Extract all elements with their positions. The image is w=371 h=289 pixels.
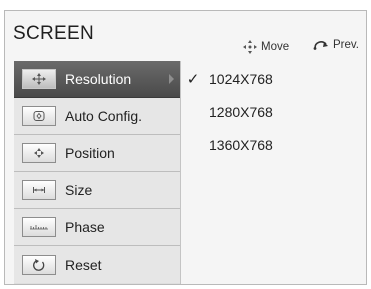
- move-hint: Move: [242, 39, 289, 55]
- move-hint-label: Move: [261, 41, 290, 53]
- menu-item-label: Position: [65, 145, 115, 161]
- menu-item-position[interactable]: Position: [14, 135, 180, 172]
- menu-item-label: Reset: [65, 256, 102, 273]
- auto-config-icon: [22, 106, 56, 126]
- prev-hint[interactable]: Prev.: [312, 39, 359, 51]
- menu-header: SCREEN Move Prev.: [5, 11, 366, 61]
- phase-icon: [22, 217, 56, 237]
- check-icon: ✓: [186, 71, 200, 88]
- menu-item-label: Size: [65, 182, 93, 198]
- menu-item-label: Phase: [65, 219, 105, 235]
- option-1024x768[interactable]: ✓ 1024X768: [183, 67, 363, 91]
- resolution-icon: [22, 69, 56, 89]
- page-title: SCREEN: [13, 23, 94, 44]
- option-label: 1024X768: [209, 71, 273, 87]
- menu-item-label: Auto Config.: [65, 108, 143, 124]
- option-label: 1360X768: [209, 137, 273, 153]
- reset-icon: [22, 254, 56, 275]
- return-icon: [313, 41, 328, 50]
- menu-item-size[interactable]: Size: [14, 172, 180, 209]
- move-arrows-icon: [243, 40, 257, 54]
- menu-item-label: Resolution: [65, 71, 132, 87]
- menu-item-reset[interactable]: Reset: [14, 246, 180, 283]
- option-1360x768[interactable]: 1360X768: [183, 133, 363, 157]
- menu-item-phase[interactable]: Phase: [14, 209, 180, 246]
- screen-menu-window: SCREEN Move Prev. Resolution Auto Config…: [4, 10, 367, 285]
- screen-menu-list: Resolution Auto Config. Position Size Ph…: [14, 61, 181, 284]
- position-icon: [22, 143, 56, 163]
- size-icon: [22, 180, 56, 200]
- chevron-right-icon: [169, 74, 174, 84]
- option-1280x768[interactable]: 1280X768: [183, 100, 363, 124]
- prev-hint-label: Prev.: [333, 39, 359, 51]
- menu-item-auto-config[interactable]: Auto Config.: [14, 98, 180, 135]
- option-label: 1280X768: [209, 104, 273, 120]
- menu-item-resolution[interactable]: Resolution: [14, 61, 180, 98]
